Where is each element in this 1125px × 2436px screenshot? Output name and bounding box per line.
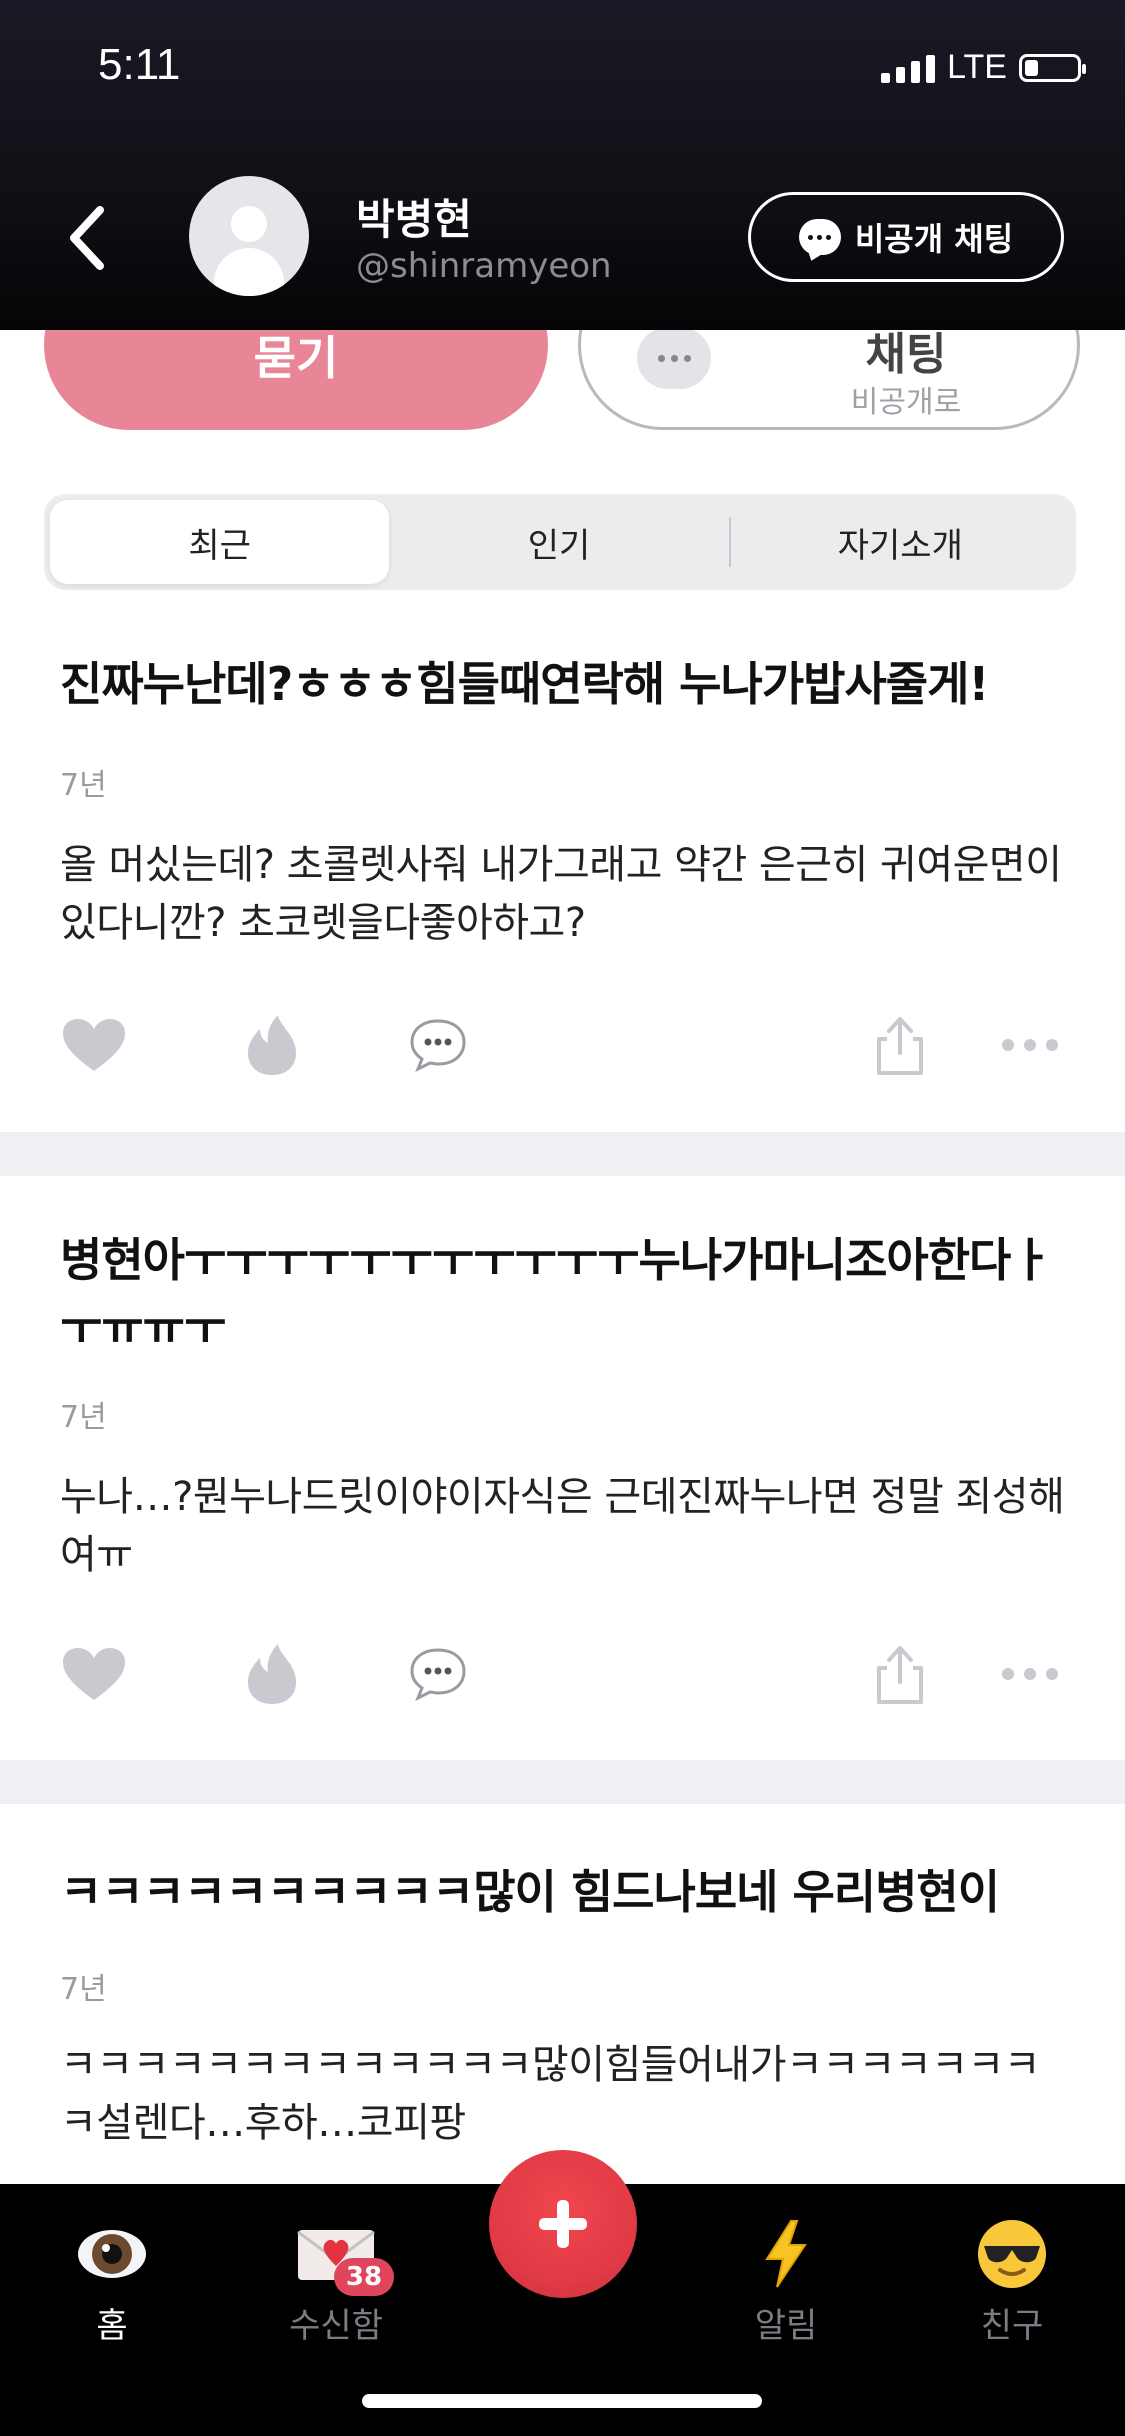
tab-friends[interactable]: 친구: [942, 2214, 1082, 2347]
compose-button[interactable]: [489, 2150, 637, 2298]
tab-introduction[interactable]: 자기소개: [731, 500, 1070, 584]
post-body[interactable]: 올 머싰는데? 초콜렛사줘 내가그래고 약간 은근히 귀여운면이있다니깐? 초코…: [60, 836, 1065, 952]
chat-button-subtitle: 비공개로: [850, 385, 962, 420]
back-icon[interactable]: [60, 198, 120, 278]
tab-notifications[interactable]: 알림: [716, 2214, 856, 2347]
post-title[interactable]: 진짜누난데?ㅎㅎㅎ힘들때연락해 누나가밥사줄게!: [60, 650, 1075, 718]
chat-bubble-icon: [637, 327, 711, 389]
tab-home[interactable]: 홈: [42, 2214, 182, 2347]
profile-header: 5:11 LTE 박병현 @shinramyeon 비공개 채팅: [0, 0, 1125, 330]
lightning-icon: [716, 2214, 856, 2294]
more-icon[interactable]: [990, 1005, 1070, 1085]
share-icon[interactable]: [860, 1005, 940, 1085]
post-body[interactable]: 누나…?뭔누나드릿이야이자식은 근데진짜누나면 정말 죄성해여ㅠ: [60, 1468, 1065, 1584]
battery-icon: [1019, 53, 1086, 82]
signal-icon: [881, 53, 936, 83]
status-time: 5:11: [98, 40, 181, 89]
post-time: 7년: [60, 768, 107, 803]
avatar[interactable]: [189, 176, 309, 296]
profile-handle: @shinramyeon: [356, 246, 612, 286]
post-actions: [0, 1634, 1125, 1714]
post-time: 7년: [60, 1972, 107, 2007]
comment-icon[interactable]: [398, 1005, 478, 1085]
eye-icon: [42, 2214, 182, 2294]
post-body[interactable]: ㅋㅋㅋㅋㅋㅋㅋㅋㅋㅋㅋㅋㅋ많이힘들어내가ㅋㅋㅋㅋㅋㅋㅋㅋ설렌다…후하…코피팡: [60, 2036, 1065, 2152]
status-indicators: LTE: [881, 48, 1086, 87]
feed-tabs: 최근 인기 자기소개: [44, 494, 1076, 590]
tab-inbox[interactable]: 38 수신함: [266, 2214, 406, 2347]
more-icon[interactable]: [990, 1634, 1070, 1714]
private-chat-label: 비공개 채팅: [854, 220, 1014, 258]
chat-bubble-icon: [798, 219, 841, 255]
network-type: LTE: [947, 48, 1007, 86]
like-icon[interactable]: [54, 1634, 134, 1714]
tab-recent[interactable]: 최근: [50, 500, 390, 584]
fire-icon[interactable]: [232, 1005, 312, 1085]
tab-label: 홈: [96, 2306, 128, 2346]
comment-icon[interactable]: [398, 1634, 478, 1714]
sunglasses-face-icon: [942, 2214, 1082, 2294]
private-chat-button[interactable]: 비공개 채팅: [748, 192, 1064, 282]
plus-icon: [539, 2200, 587, 2248]
post-time: 7년: [60, 1400, 107, 1435]
tab-label: 알림: [754, 2306, 818, 2346]
inbox-badge: 38: [334, 2258, 394, 2296]
post-title[interactable]: ㅋㅋㅋㅋㅋㅋㅋㅋㅋㅋ많이 힘드나보네 우리병현이: [60, 1858, 1075, 1926]
home-indicator: [362, 2394, 762, 2408]
fire-icon[interactable]: [232, 1634, 312, 1714]
post-separator: [0, 1760, 1125, 1804]
share-icon[interactable]: [860, 1634, 940, 1714]
tab-popular[interactable]: 인기: [389, 500, 728, 584]
profile-name: 박병현: [356, 195, 472, 244]
post-separator: [0, 1132, 1125, 1176]
post-actions: [0, 1005, 1125, 1085]
tab-label: 수신함: [289, 2306, 383, 2346]
tab-label: 친구: [980, 2306, 1044, 2346]
post-title[interactable]: 병현아ㅜㅜㅜㅜㅜㅜㅜㅜㅜㅜㅜ누나가마니조아한다ㅏㅜㅠㅠㅜ: [60, 1226, 1075, 1362]
like-icon[interactable]: [54, 1005, 134, 1085]
